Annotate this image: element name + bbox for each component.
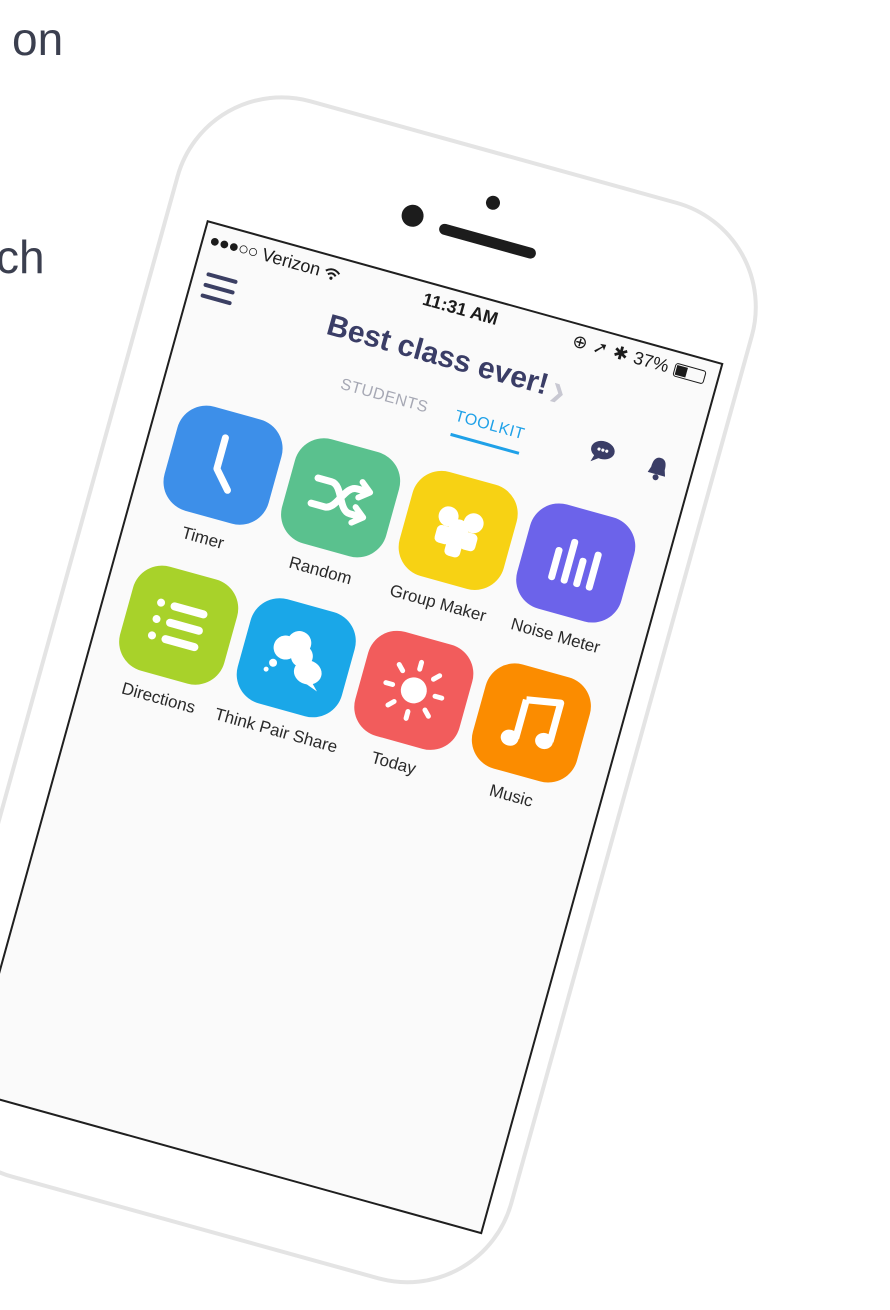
tool-tile[interactable] bbox=[509, 496, 643, 630]
group-icon bbox=[434, 506, 484, 558]
phone-frame: ●●●○○ Verizon 11:31 AM ⊕ ➚ ✱ 37% Best cl… bbox=[0, 70, 784, 1310]
tool-tile[interactable] bbox=[347, 623, 481, 757]
tool-label: Random bbox=[286, 552, 354, 589]
proximity-sensor bbox=[484, 194, 502, 212]
tab-toolkit[interactable]: TOOLKIT bbox=[449, 407, 527, 455]
clock-icon bbox=[213, 434, 231, 494]
bars-icon bbox=[548, 538, 602, 591]
background-text-line-1: on bbox=[12, 13, 64, 65]
background-text-line-2: ch bbox=[0, 231, 45, 283]
tool-tile[interactable] bbox=[156, 398, 290, 532]
tool-label: Music bbox=[487, 780, 536, 811]
battery-icon bbox=[672, 362, 707, 385]
front-camera bbox=[399, 202, 427, 230]
tool-tile[interactable] bbox=[391, 463, 525, 597]
status-indicators: ⊕ ➚ ✱ 37% bbox=[570, 330, 708, 387]
bluetooth-icon: ✱ bbox=[610, 341, 631, 366]
earpiece-speaker bbox=[437, 222, 538, 260]
tool-tile[interactable] bbox=[112, 558, 246, 692]
music-note-icon bbox=[500, 696, 565, 750]
list-icon bbox=[147, 598, 208, 652]
tool-label: Timer bbox=[179, 523, 227, 553]
speech-bubbles-icon bbox=[263, 631, 322, 692]
tab-students[interactable]: STUDENTS bbox=[336, 376, 430, 425]
chevron-down-icon: ❯ bbox=[548, 380, 568, 404]
tool-tile[interactable] bbox=[229, 591, 363, 725]
location-arrow-icon: ➚ bbox=[590, 336, 611, 360]
tool-label: Directions bbox=[119, 678, 198, 718]
sun-icon bbox=[383, 659, 445, 721]
app-screen: ●●●○○ Verizon 11:31 AM ⊕ ➚ ✱ 37% Best cl… bbox=[0, 219, 724, 1235]
tool-tile[interactable] bbox=[274, 431, 408, 565]
tool-label: Today bbox=[369, 747, 419, 779]
shuffle-icon bbox=[307, 474, 374, 526]
battery-percentage: 37% bbox=[631, 347, 672, 377]
tool-tile[interactable] bbox=[464, 656, 598, 790]
